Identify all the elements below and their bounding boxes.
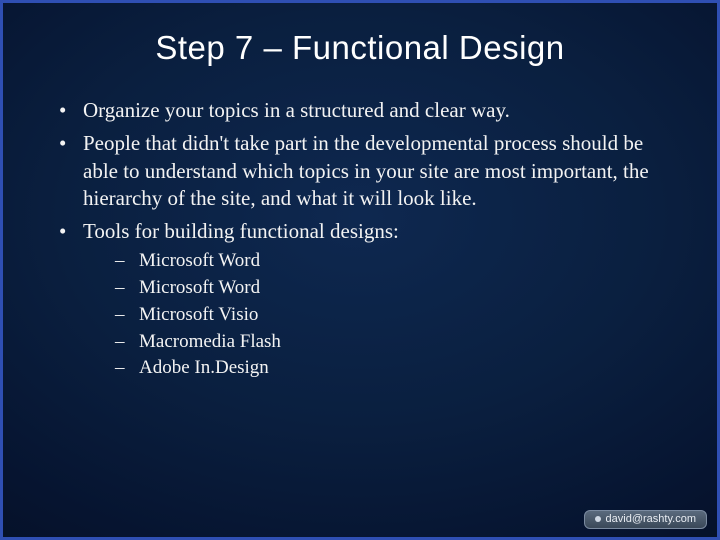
slide: Step 7 – Functional Design Organize your… [0,0,720,540]
sub-bullet-item: Microsoft Word [113,276,667,301]
bullet-item: People that didn't take part in the deve… [53,130,667,212]
bullet-item: Tools for building functional designs: M… [53,218,667,381]
slide-title: Step 7 – Functional Design [3,3,717,67]
sub-bullet-item: Macromedia Flash [113,330,667,355]
bullet-list: Organize your topics in a structured and… [53,97,667,381]
footer-badge: david@rashty.com [584,510,707,529]
sub-bullet-item: Adobe In.Design [113,356,667,381]
globe-icon [595,516,601,522]
footer-text: david@rashty.com [606,513,696,525]
sub-bullet-list: Microsoft Word Microsoft Word Microsoft … [83,249,667,380]
slide-body: Organize your topics in a structured and… [3,67,717,381]
bullet-text: Tools for building functional designs: [83,219,399,243]
bullet-item: Organize your topics in a structured and… [53,97,667,124]
sub-bullet-item: Microsoft Visio [113,303,667,328]
sub-bullet-item: Microsoft Word [113,249,667,274]
